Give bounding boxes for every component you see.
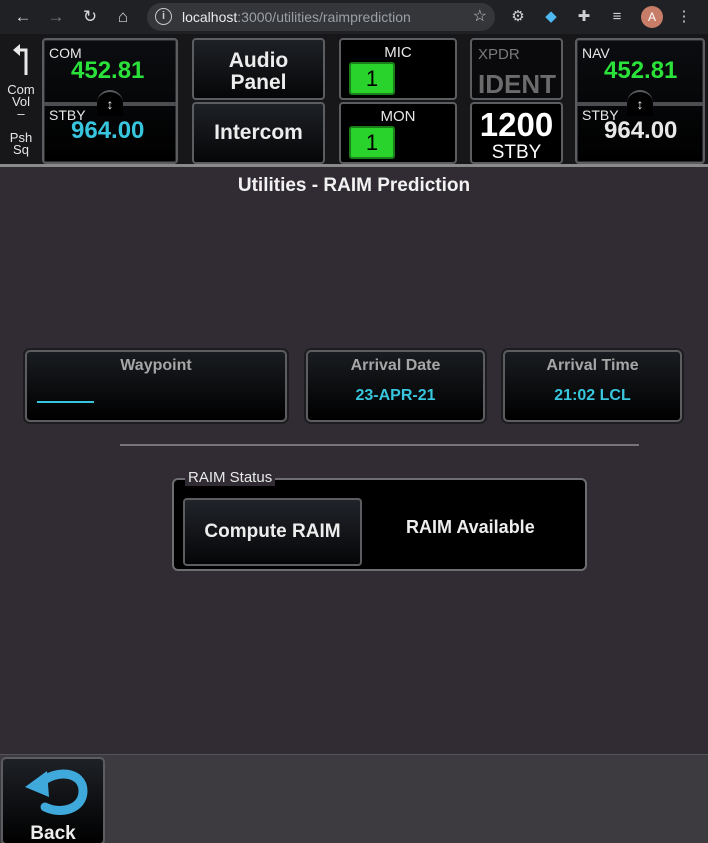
profile-avatar[interactable]: A	[641, 6, 663, 28]
section-divider	[120, 444, 639, 446]
com-standby-frequency: 964.00	[71, 117, 145, 144]
nav-frequency-panel[interactable]: NAV 452.81 ↕ STBY 964.00	[575, 38, 705, 164]
mon-label: MON	[380, 108, 416, 125]
knob-sq-text: Sq	[13, 142, 29, 157]
more-menu-icon[interactable]: ⋮	[672, 5, 696, 29]
puzzle-icon[interactable]: ✚	[572, 5, 596, 29]
knob-dash-text: –	[17, 106, 25, 121]
back-label: Back	[30, 823, 76, 843]
audio-label-2: Panel	[230, 71, 287, 94]
arrival-date-value: 23-APR-21	[355, 387, 436, 404]
waypoint-field[interactable]: Waypoint	[25, 350, 287, 422]
bookmark-star-icon[interactable]: ☆	[473, 6, 487, 26]
xpdr-ident-button[interactable]: XPDR IDENT	[470, 38, 563, 100]
nav-standby-frequency: 964.00	[604, 117, 678, 144]
back-arrow-icon	[25, 769, 88, 815]
home-icon[interactable]: ⌂	[110, 4, 136, 30]
com-volume-knob-label[interactable]: Com Vol – Psh Sq	[3, 40, 39, 165]
return-arrow-icon	[13, 44, 28, 75]
mon-panel[interactable]: MON 1	[339, 102, 457, 164]
arrival-time-field[interactable]: Arrival Time 21:02 LCL	[503, 350, 682, 422]
url-text[interactable]: localhost:3000/utilities/raimprediction	[182, 9, 411, 25]
xpdr-code: 1200	[479, 106, 554, 143]
bottom-bar: Back	[0, 754, 708, 843]
site-info-icon[interactable]: i	[155, 8, 172, 25]
reload-icon[interactable]: ↻	[77, 4, 103, 30]
arrival-date-field[interactable]: Arrival Date 23-APR-21	[306, 350, 485, 422]
extension-icon[interactable]: ⚙	[506, 5, 530, 29]
raim-status-legend: RAIM Status	[185, 469, 276, 486]
arrival-date-header: Arrival Date	[350, 357, 441, 374]
compute-raim-button[interactable]: Compute RAIM	[183, 498, 362, 566]
com-frequency-panel[interactable]: COM 452.81 ↕ STBY 964.00	[42, 38, 178, 164]
xpdr-code-button[interactable]: 1200 STBY	[470, 102, 563, 164]
intercom-button[interactable]: Intercom	[192, 102, 325, 164]
nav-swap-icon[interactable]: ↕	[627, 90, 653, 116]
mon-selector[interactable]: 1	[349, 126, 395, 159]
raim-status-group: RAIM Status Compute RAIM RAIM Available	[172, 469, 587, 571]
mic-label: MIC	[384, 44, 412, 61]
arrival-time-value: 21:02 LCL	[554, 387, 631, 404]
mic-panel[interactable]: MIC 1	[339, 38, 457, 100]
xpdr-ident-label: IDENT	[478, 69, 556, 99]
com-active-frequency: 452.81	[71, 57, 145, 84]
nav-active-frequency: 452.81	[604, 57, 678, 84]
com-swap-icon[interactable]: ↕	[97, 90, 123, 116]
xpdr-label: XPDR	[478, 46, 520, 63]
audio-label-1: Audio	[228, 49, 289, 72]
xpdr-mode: STBY	[491, 142, 542, 163]
waypoint-empty-value	[37, 401, 94, 403]
browser-toolbar: ← → ↻ ⌂ i localhost:3000/utilities/raimp…	[0, 0, 708, 34]
audio-panel-button[interactable]: Audio Panel	[192, 38, 325, 100]
raim-status-text: RAIM Available	[406, 517, 535, 537]
mic-selector[interactable]: 1	[349, 62, 395, 95]
gem-extension-icon[interactable]: ◆	[539, 5, 563, 29]
address-bar[interactable]: i localhost:3000/utilities/raimpredictio…	[147, 3, 495, 31]
back-arrow-icon[interactable]: ←	[10, 4, 36, 30]
waypoint-header: Waypoint	[120, 357, 192, 374]
back-button[interactable]: Back	[1, 757, 105, 843]
arrival-time-header: Arrival Time	[546, 357, 639, 374]
page-title: Utilities - RAIM Prediction	[237, 175, 471, 196]
media-queue-icon[interactable]: ≡	[605, 5, 629, 29]
avionics-topbar: Com Vol – Psh Sq COM 452.81 ↕ STBY 964.0…	[0, 34, 708, 167]
forward-arrow-icon[interactable]: →	[43, 4, 69, 30]
